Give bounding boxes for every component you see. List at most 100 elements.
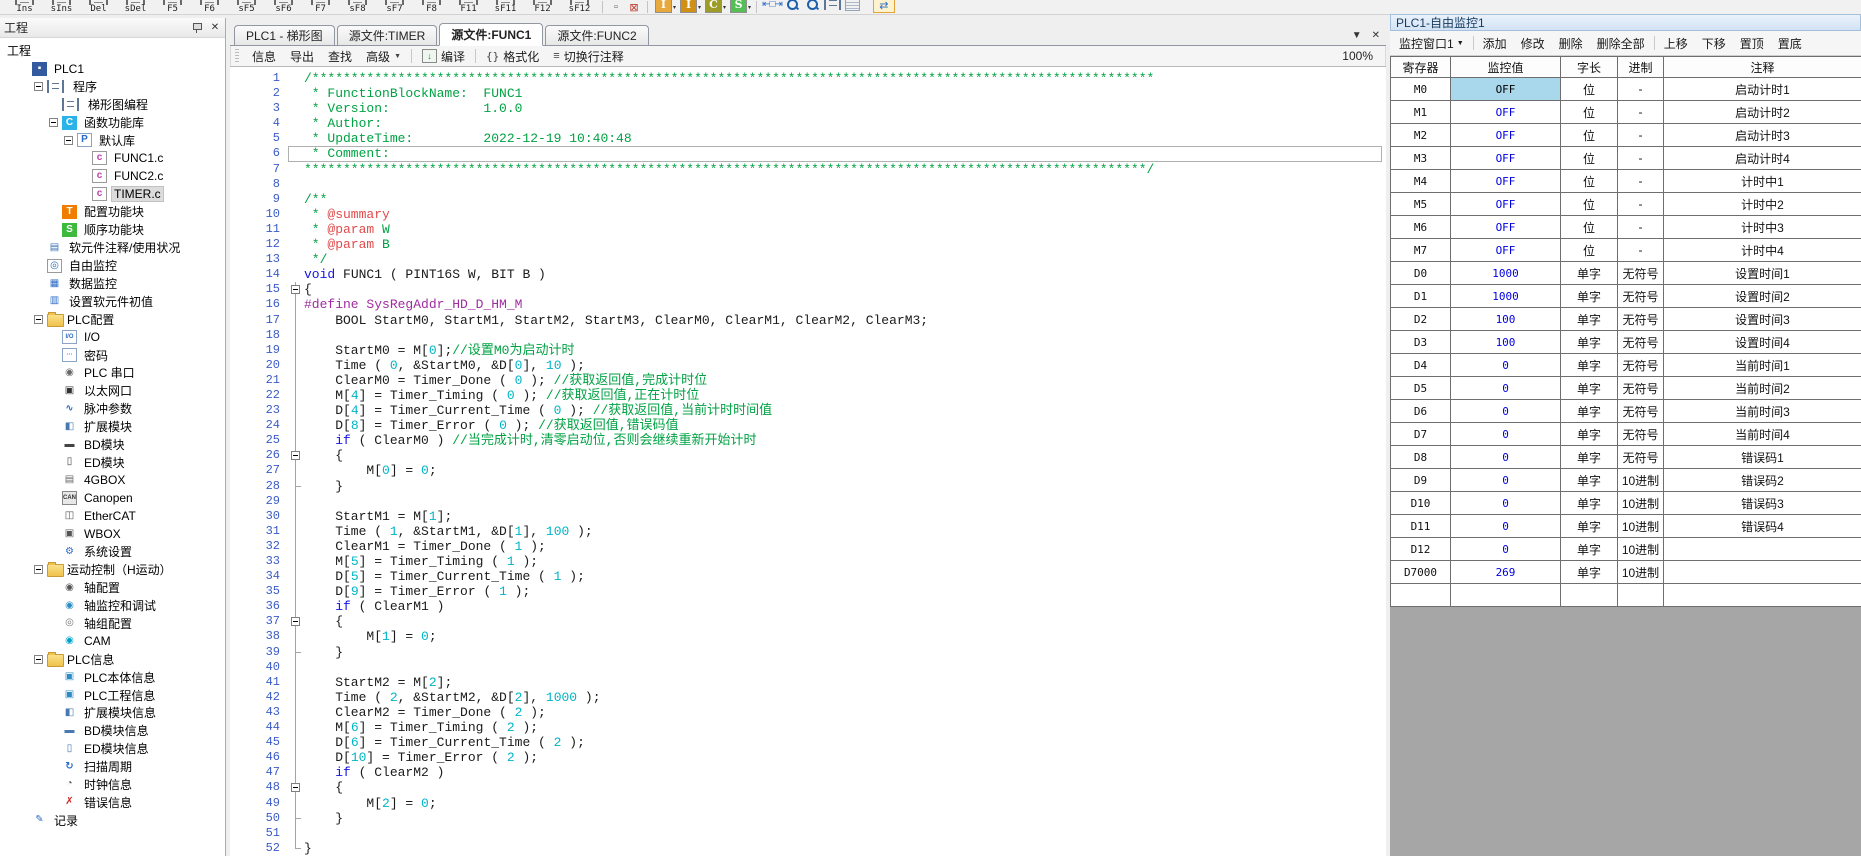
dropdown-arrow-icon[interactable]: ▾ [723,4,726,11]
comment-cell[interactable]: 当前时间4 [1664,423,1861,446]
tree-item[interactable]: ▯ED模块信息 [0,740,225,758]
ladder-monitor-icon[interactable] [824,0,842,11]
code-line[interactable]: 23 D[4] = Timer_Current_Time ( 0 ); //获取… [230,403,1386,418]
word-length-cell[interactable]: 位 [1561,78,1618,101]
register-cell[interactable]: M5 [1391,193,1451,216]
tree-item[interactable]: ▥设置软元件初值 [0,292,225,310]
radix-cell[interactable]: 无符号 [1618,285,1664,308]
watch-toolbar-button[interactable]: 添加 [1476,33,1514,54]
watch-table-row[interactable]: D60单字无符号当前时间3 [1391,400,1861,423]
code-line[interactable]: 45 D[6] = Timer_Current_Time ( 2 ); [230,735,1386,750]
register-cell[interactable]: D2 [1391,308,1451,331]
code-line[interactable]: 32 ClearM1 = Timer_Done ( 1 ); [230,539,1386,554]
word-length-cell[interactable]: 单字 [1561,308,1618,331]
code-line[interactable]: 29 [230,494,1386,509]
radix-cell[interactable]: 无符号 [1618,308,1664,331]
tree-item[interactable]: ◧扩展模块 [0,418,225,436]
tree-item[interactable]: ▦数据监控 [0,275,225,293]
code-line[interactable]: 6 * Comment: [230,146,1386,161]
instruction-list-icon[interactable] [844,0,862,11]
fkey-button-ins[interactable]: Ins [6,0,43,14]
code-line[interactable]: 5 * UpdateTime: 2022-12-19 10:40:48 [230,131,1386,146]
tree-item[interactable]: cTIMER.c [0,185,225,203]
editor-tab-2[interactable]: 源文件:FUNC1 [439,23,543,46]
code-line[interactable]: 10 * @summary [230,207,1386,222]
code-line[interactable]: 48 { [230,780,1386,795]
code-line[interactable]: 19 StartM0 = M[0];//设置M0为启动计时 [230,343,1386,358]
radix-cell[interactable]: - [1618,124,1664,147]
comment-cell[interactable]: 计时中1 [1664,170,1861,193]
code-line[interactable]: 35 D[9] = Timer_Error ( 1 ); [230,584,1386,599]
fkey-button-sf5[interactable]: sF5 [228,0,265,14]
watch-table-row[interactable] [1391,584,1861,607]
word-length-cell[interactable]: 位 [1561,193,1618,216]
word-length-cell[interactable]: 单字 [1561,492,1618,515]
tree-item[interactable]: ✎记录 [0,811,225,829]
watch-table-row[interactable]: D100单字10进制错误码3 [1391,492,1861,515]
fkey-button-f8[interactable]: F8 [413,0,450,14]
tree-item[interactable]: ✗错误信息 [0,793,225,811]
radix-cell[interactable]: 无符号 [1618,331,1664,354]
dropdown-arrow-icon[interactable]: ▾ [748,4,751,11]
watch-table-row[interactable]: M2OFF位-启动计时3 [1391,124,1861,147]
editor-zoom-level[interactable]: 100% [1342,49,1381,63]
word-length-cell[interactable]: 单字 [1561,423,1618,446]
code-line[interactable]: 34 D[5] = Timer_Current_Time ( 1 ); [230,569,1386,584]
watch-table-row[interactable]: D7000269单字10进制 [1391,561,1861,584]
watch-table-row[interactable]: M0OFF位-启动计时1 [1391,78,1861,101]
tree-expander-icon[interactable] [34,655,43,664]
radix-cell[interactable]: - [1618,193,1664,216]
register-cell[interactable]: D8 [1391,446,1451,469]
word-length-cell[interactable]: 单字 [1561,561,1618,584]
tree-expander-icon[interactable] [34,565,43,574]
code-line[interactable]: 27 M[0] = 0; [230,463,1386,478]
fkey-button-f11[interactable]: F11 [450,0,487,14]
tree-item[interactable]: ▬BD模块信息 [0,722,225,740]
code-line[interactable]: 44 M[6] = Timer_Timing ( 2 ); [230,720,1386,735]
comment-cell[interactable]: 错误码3 [1664,492,1861,515]
tree-item[interactable]: ◉轴配置 [0,579,225,597]
ladder-convert-icon[interactable]: ⇄ [873,0,895,13]
watch-toolbar-button[interactable]: 修改 [1514,33,1552,54]
watch-toolbar-button[interactable]: 置顶 [1733,33,1771,54]
tree-item[interactable]: ···密码 [0,346,225,364]
fkey-button-sf12[interactable]: sF12 [561,0,598,14]
radix-cell[interactable]: 无符号 [1618,262,1664,285]
value-cell[interactable]: 100 [1451,331,1561,354]
register-cell[interactable]: D5 [1391,377,1451,400]
code-line[interactable]: 22 M[4] = Timer_Timing ( 0 ); //获取返回值,正在… [230,388,1386,403]
watch-table-row[interactable]: M4OFF位-计时中1 [1391,170,1861,193]
code-line[interactable]: 9/** [230,192,1386,207]
comment-cell[interactable]: 启动计时1 [1664,78,1861,101]
radix-cell[interactable]: - [1618,78,1664,101]
watch-toolbar-button[interactable]: 置底 [1771,33,1809,54]
code-line[interactable]: 8 [230,177,1386,192]
comment-cell[interactable] [1664,538,1861,561]
code-line[interactable]: 31 Time ( 1, &StartM1, &D[1], 100 ); [230,524,1386,539]
register-cell[interactable]: D1 [1391,285,1451,308]
editor-toolbar-button[interactable]: ↓编译 [415,47,472,66]
value-cell[interactable]: 0 [1451,400,1561,423]
code-line[interactable]: 1/**************************************… [230,71,1386,86]
watch-toolbar-button[interactable]: 下移 [1695,33,1733,54]
fkey-button-f5[interactable]: F5 [154,0,191,14]
value-cell[interactable]: OFF [1451,216,1561,239]
tree-item[interactable]: ◔时钟信息 [0,776,225,794]
watch-table-row[interactable]: M1OFF位-启动计时2 [1391,101,1861,124]
register-cell[interactable] [1391,584,1451,607]
register-cell[interactable]: M2 [1391,124,1451,147]
instruction-button-i1[interactable]: I [680,0,697,13]
value-cell[interactable]: 0 [1451,492,1561,515]
editor-toolbar-button[interactable]: {}格式化 [479,47,546,66]
code-line[interactable]: 25 if ( ClearM0 ) //当完成计时,清零启动位,否则会继续重新开… [230,433,1386,448]
code-line[interactable]: 11 * @param W [230,222,1386,237]
code-line[interactable]: 2 * FunctionBlockName: FUNC1 [230,86,1386,101]
comment-cell[interactable]: 设置时间1 [1664,262,1861,285]
value-cell[interactable]: 0 [1451,354,1561,377]
code-line[interactable]: 24 D[8] = Timer_Error ( 0 ); //获取返回值,错误码… [230,418,1386,433]
tree-item[interactable]: ◉PLC 串口 [0,364,225,382]
tree-item[interactable]: ▣PLC工程信息 [0,686,225,704]
word-length-cell[interactable]: 位 [1561,101,1618,124]
fkey-button-f12[interactable]: F12 [524,0,561,14]
box-delete-icon[interactable]: ⊠ [626,0,642,14]
